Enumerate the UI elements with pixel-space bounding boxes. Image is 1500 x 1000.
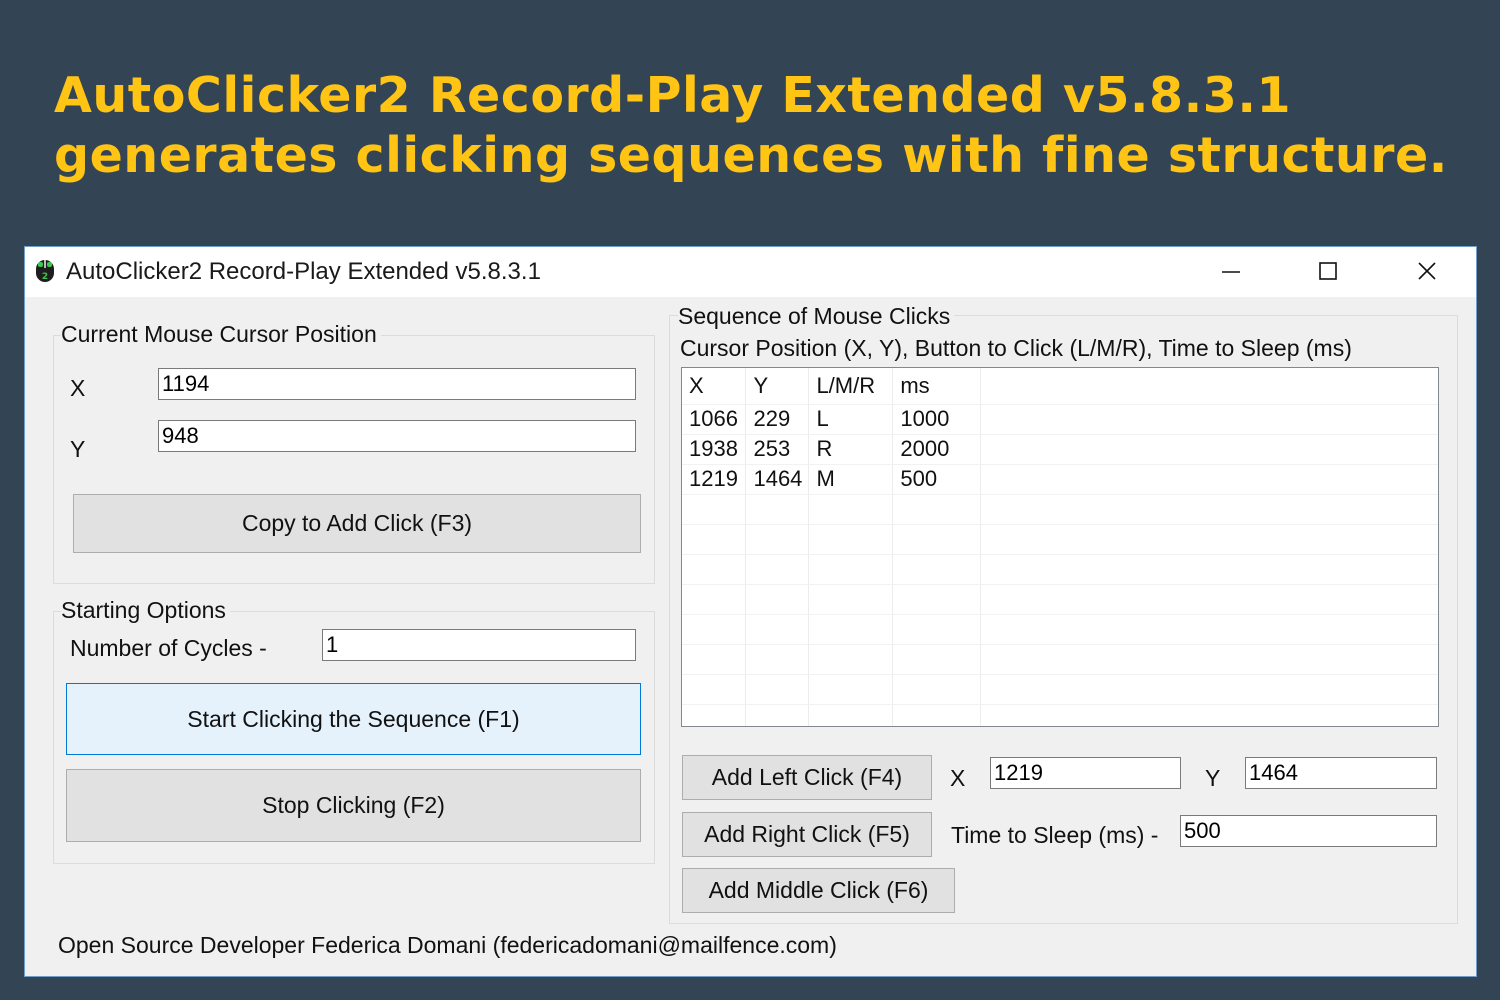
sequence-list[interactable]: X Y L/M/R ms 1066 229 L 1000 1938 253 R … xyxy=(681,367,1439,727)
sleep-label: Time to Sleep (ms) - xyxy=(951,822,1159,848)
add-right-click-button[interactable]: Add Right Click (F5) xyxy=(682,812,932,857)
empty-row xyxy=(682,554,1438,585)
add-y-field[interactable] xyxy=(1245,757,1437,789)
cell-button: M xyxy=(808,464,894,495)
cell-y: 1464 xyxy=(745,464,810,495)
cell-x: 1066 xyxy=(682,404,747,435)
add-left-click-button[interactable]: Add Left Click (F4) xyxy=(682,755,932,800)
developer-footer: Open Source Developer Federica Domani (f… xyxy=(58,932,837,958)
copy-to-add-click-button[interactable]: Copy to Add Click (F3) xyxy=(73,494,641,553)
svg-text:2: 2 xyxy=(42,272,48,282)
cycles-label: Number of Cycles - xyxy=(70,635,267,661)
app-window: 2 AutoClicker2 Record-Play Extended v5.8… xyxy=(24,246,1477,977)
column-header-y[interactable]: Y xyxy=(745,368,810,405)
cell-ms: 2000 xyxy=(892,434,982,465)
cursor-x-label: X xyxy=(70,375,86,401)
minimize-icon[interactable] xyxy=(1211,255,1251,289)
empty-row xyxy=(682,644,1438,675)
cell-y: 229 xyxy=(745,404,810,435)
cell-x: 1219 xyxy=(682,464,747,495)
headline-line-2: generates clicking sequences with fine s… xyxy=(54,127,1448,184)
cursor-position-group-title: Current Mouse Cursor Position xyxy=(61,321,381,348)
column-header-button[interactable]: L/M/R xyxy=(808,368,894,405)
starting-options-group-title: Starting Options xyxy=(61,597,230,624)
cursor-y-field[interactable] xyxy=(158,420,636,452)
table-row[interactable]: 1219 1464 M 500 xyxy=(682,464,1438,495)
sequence-table: X Y L/M/R ms 1066 229 L 1000 1938 253 R … xyxy=(682,368,1438,726)
empty-row xyxy=(682,584,1438,615)
cell-ms: 1000 xyxy=(892,404,982,435)
cell-y: 253 xyxy=(745,434,810,465)
empty-row xyxy=(682,704,1438,726)
sleep-field[interactable] xyxy=(1180,815,1437,847)
close-icon[interactable] xyxy=(1407,255,1447,289)
table-header-row: X Y L/M/R ms xyxy=(682,368,1438,405)
cursor-y-label: Y xyxy=(70,436,86,462)
headline: AutoClicker2 Record-Play Extended v5.8.3… xyxy=(54,66,1448,186)
empty-row xyxy=(682,494,1438,525)
column-header-x[interactable]: X xyxy=(682,368,747,405)
sequence-subtitle: Cursor Position (X, Y), Button to Click … xyxy=(680,335,1352,361)
sequence-group-title: Sequence of Mouse Clicks xyxy=(678,303,955,330)
mouse-icon: 2 xyxy=(34,258,56,289)
stop-clicking-button[interactable]: Stop Clicking (F2) xyxy=(66,769,641,842)
add-y-label: Y xyxy=(1205,765,1221,791)
headline-line-1: AutoClicker2 Record-Play Extended v5.8.3… xyxy=(54,67,1292,124)
column-header-ms[interactable]: ms xyxy=(892,368,982,405)
column-header-filler xyxy=(980,368,1438,405)
cell-button: L xyxy=(808,404,894,435)
add-middle-click-button[interactable]: Add Middle Click (F6) xyxy=(682,868,955,913)
add-x-label: X xyxy=(950,765,966,791)
maximize-icon[interactable] xyxy=(1308,255,1348,289)
add-x-field[interactable] xyxy=(990,757,1181,789)
cycles-field[interactable] xyxy=(322,629,636,661)
window-title: AutoClicker2 Record-Play Extended v5.8.3… xyxy=(66,258,541,285)
empty-row xyxy=(682,524,1438,555)
empty-row xyxy=(682,614,1438,645)
cell-x: 1938 xyxy=(682,434,747,465)
empty-row xyxy=(682,674,1438,705)
table-row[interactable]: 1938 253 R 2000 xyxy=(682,434,1438,465)
cell-button: R xyxy=(808,434,894,465)
title-bar[interactable]: 2 AutoClicker2 Record-Play Extended v5.8… xyxy=(25,247,1476,297)
cell-ms: 500 xyxy=(892,464,982,495)
start-clicking-button[interactable]: Start Clicking the Sequence (F1) xyxy=(66,683,641,755)
cursor-x-field[interactable] xyxy=(158,368,636,400)
table-row[interactable]: 1066 229 L 1000 xyxy=(682,404,1438,435)
